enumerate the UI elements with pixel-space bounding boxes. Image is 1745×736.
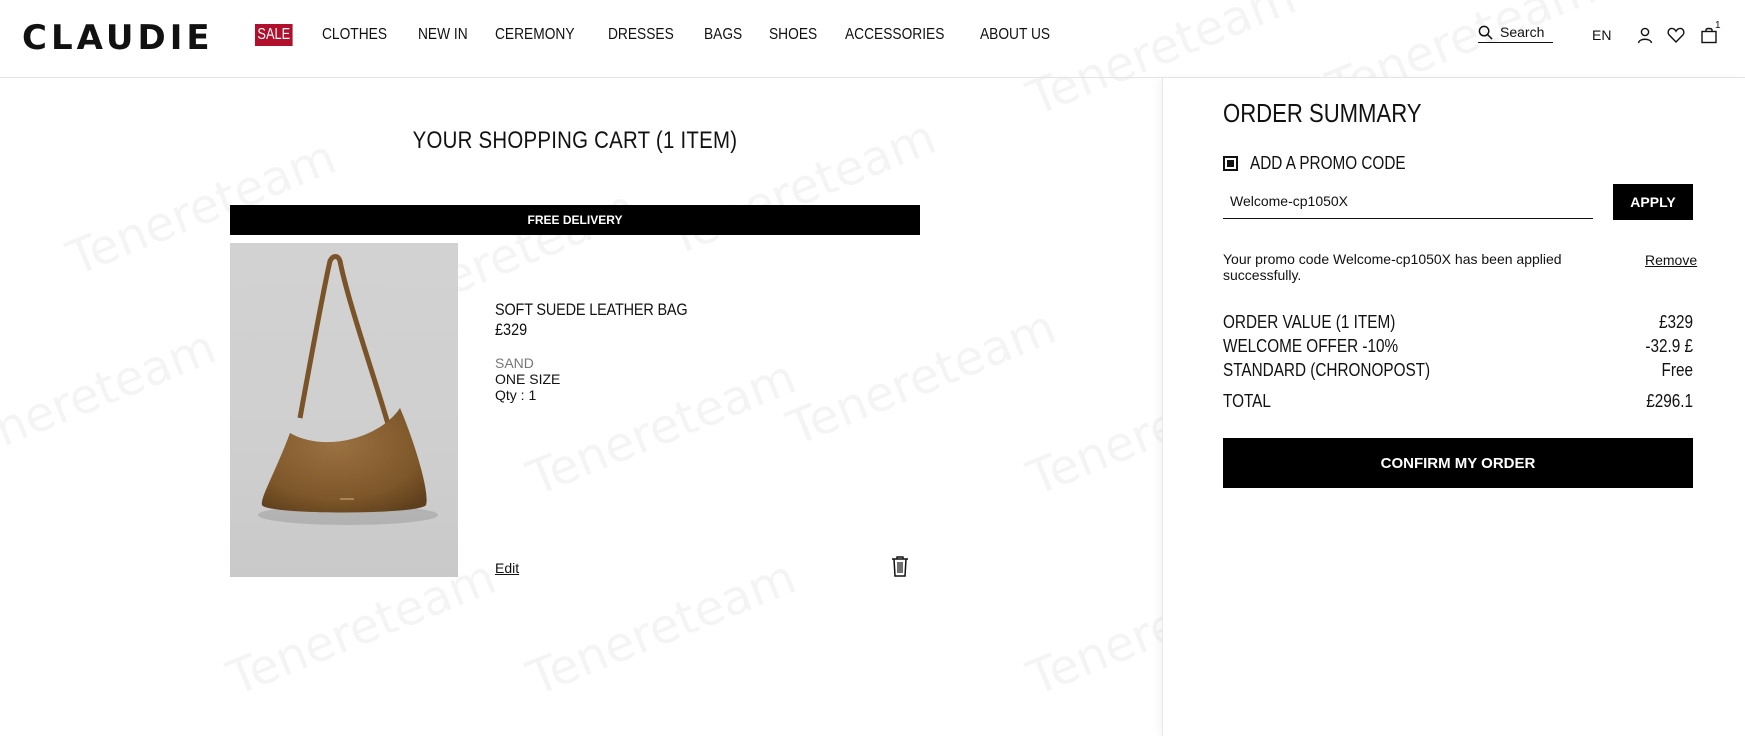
bag-illustration (258, 254, 438, 525)
promo-code-input[interactable] (1223, 183, 1593, 219)
nav-item-dresses[interactable]: DRESSES (608, 26, 674, 44)
order-value-line: ORDER VALUE (1 ITEM) £329 (1223, 312, 1693, 333)
total-line: TOTAL £296.1 (1223, 391, 1693, 412)
watermark-text: Tenereteam (520, 349, 804, 507)
promo-code-toggle[interactable]: ADD A PROMO CODE (1223, 153, 1433, 174)
product-price: £329 (495, 320, 528, 339)
nav-item-clothes[interactable]: CLOTHES (322, 26, 387, 44)
nav-item-sale[interactable]: SALE (255, 24, 293, 46)
total-value: £296.1 (1646, 391, 1693, 411)
search-icon (1478, 25, 1493, 40)
edit-item-link[interactable]: Edit (495, 560, 519, 576)
nav-item-about-us[interactable]: ABOUT US (980, 26, 1050, 44)
nav-item-accessories[interactable]: ACCESSORIES (845, 26, 944, 44)
product-color: SAND (495, 355, 534, 371)
line-value: -32.9 £ (1645, 336, 1693, 356)
language-selector[interactable]: EN (1592, 27, 1611, 43)
nav-item-new-in[interactable]: NEW IN (418, 26, 468, 44)
nav-item-bags[interactable]: BAGS (704, 26, 742, 44)
promo-code-label: ADD A PROMO CODE (1250, 153, 1406, 173)
product-name[interactable]: SOFT SUEDE LEATHER BAG (495, 300, 721, 320)
free-delivery-banner: FREE DELIVERY (230, 205, 920, 235)
account-icon[interactable] (1636, 26, 1654, 44)
trash-icon[interactable] (890, 555, 910, 577)
product-size: ONE SIZE (495, 371, 561, 387)
brand-logo[interactable]: CLAUDIE (22, 18, 214, 58)
watermark-text: Tenereteam (780, 299, 1064, 457)
nav-item-shoes[interactable]: SHOES (769, 26, 817, 44)
order-summary-panel: ORDER SUMMARY ADD A PROMO CODE APPLY You… (1162, 78, 1745, 736)
welcome-offer-line: WELCOME OFFER -10% -32.9 £ (1223, 336, 1693, 357)
order-summary-title: ORDER SUMMARY (1223, 98, 1422, 128)
line-label: STANDARD (CHRONOPOST) (1223, 360, 1431, 380)
line-value: Free (1661, 360, 1693, 380)
apply-promo-button[interactable]: APPLY (1613, 184, 1693, 220)
remove-promo-link[interactable]: Remove (1645, 252, 1697, 268)
line-label: ORDER VALUE (1 ITEM) (1223, 312, 1396, 332)
search-label: Search (1500, 24, 1545, 40)
main-nav: SALE CLOTHES NEW IN CEREMONY DRESSES BAG… (255, 24, 1082, 46)
search-field[interactable]: Search (1478, 24, 1553, 43)
site-header: CLAUDIE SALE CLOTHES NEW IN CEREMONY DRE… (0, 0, 1745, 78)
cart-title: YOUR SHOPPING CART (1 ITEM) (412, 127, 738, 154)
watermark-text: Tenereteam (520, 549, 804, 707)
nav-item-ceremony[interactable]: CEREMONY (495, 26, 575, 44)
cart-count-badge: 1 (1715, 20, 1721, 31)
total-label: TOTAL (1223, 391, 1271, 411)
watermark-text: Tenereteam (0, 319, 224, 477)
wishlist-heart-icon[interactable] (1667, 26, 1685, 44)
line-label: WELCOME OFFER -10% (1223, 336, 1399, 356)
product-quantity: Qty : 1 (495, 387, 537, 403)
promo-success-message: Your promo code Welcome-cp1050X has been… (1223, 251, 1562, 283)
promo-code-checkbox[interactable] (1223, 156, 1238, 171)
line-value: £329 (1658, 312, 1693, 332)
confirm-order-button[interactable]: CONFIRM MY ORDER (1223, 438, 1693, 488)
product-image[interactable] (230, 243, 458, 577)
shipping-line: STANDARD (CHRONOPOST) Free (1223, 360, 1693, 381)
